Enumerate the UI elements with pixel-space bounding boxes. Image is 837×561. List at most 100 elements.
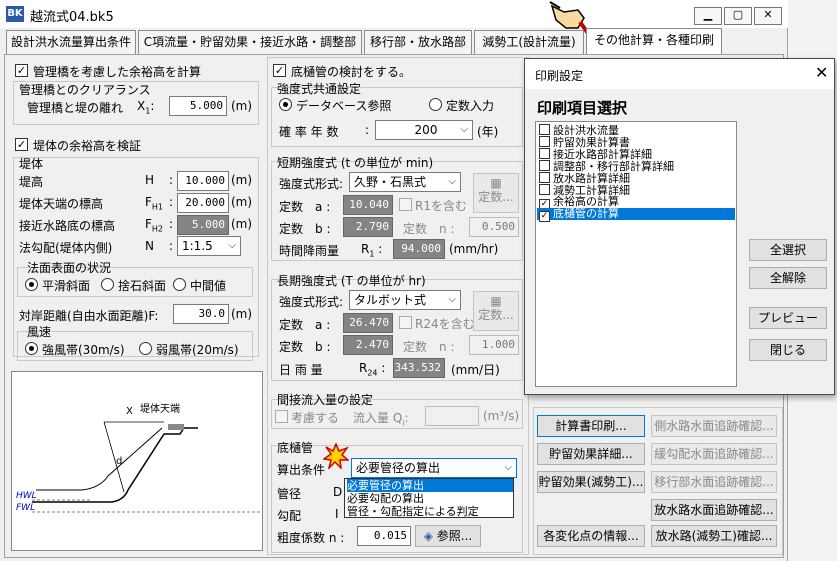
clearance-checkbox[interactable]: ✓ <box>15 64 28 77</box>
long-const-n-label: 定数 n : <box>403 340 455 354</box>
inflow-checkbox[interactable] <box>275 410 288 423</box>
short-n-input: 0.500 <box>469 217 519 237</box>
r1-include-label: R1を含む <box>415 199 467 213</box>
discharge-channel-trace-button[interactable]: 放水路水面追跡確認... <box>651 499 777 521</box>
print-item[interactable]: 設計洪水流量 <box>539 124 619 137</box>
bridge-block <box>168 424 184 430</box>
preview-button[interactable]: プレビュー <box>749 307 827 329</box>
fixed-radio-label: 定数入力 <box>446 99 495 113</box>
short-a-input: 10.040 <box>343 195 393 215</box>
dropdown-option-judgement[interactable]: 管径・勾配指定による判定 <box>347 505 479 518</box>
change-point-info-button[interactable]: 各変化点の情報... <box>537 525 645 547</box>
surface-riprap-radio[interactable] <box>101 278 114 291</box>
gentle-slope-trace-button[interactable]: 緩勾配水面追跡確認... <box>651 443 777 465</box>
reference-button[interactable]: ◈ 参照... <box>415 525 481 547</box>
channel-elev-label: 接近水路底の標高 <box>19 219 116 233</box>
select-all-button[interactable]: 全選択 <box>749 239 827 261</box>
dropdown-option-diameter[interactable]: 必要管径の算出 <box>347 479 513 492</box>
print-item[interactable]: 放水路計算詳細 <box>539 172 630 185</box>
discharge-dissipator-button[interactable]: 放水路(減勢工)確認... <box>651 525 777 547</box>
bottom-pipe-checkbox[interactable]: ✓ <box>273 64 286 77</box>
print-item-checkbox[interactable] <box>539 172 550 183</box>
close-button[interactable]: ✕ <box>754 7 782 25</box>
calculator-icon: ▦ <box>490 294 502 308</box>
fixed-radio[interactable] <box>429 98 442 111</box>
print-item-list: 設計洪水流量 貯留効果計算書 接近水路部計算詳細 調整部・移行部計算詳細 放水路… <box>535 121 737 387</box>
long-n-input: 1.000 <box>469 335 519 355</box>
bridge-dist-input[interactable]: 5.000 <box>169 96 227 116</box>
slope-colon: : <box>169 239 174 253</box>
surface-mid-radio[interactable] <box>173 278 186 291</box>
slope-select[interactable]: 1:1.5 ⌵ <box>177 236 241 256</box>
freeboard-unit: (m) <box>231 307 253 321</box>
print-item-checkbox[interactable] <box>539 136 550 147</box>
surface-smooth-radio[interactable] <box>25 278 38 291</box>
calculator-icon: ▦ <box>490 176 502 190</box>
r1-include-checkbox[interactable] <box>399 198 412 211</box>
wind-weak-radio[interactable] <box>139 342 152 355</box>
crest-input[interactable]: 10.000 <box>177 171 229 191</box>
maximize-button[interactable]: ▢ <box>724 7 752 25</box>
print-item-selected[interactable]: ✓ 底樋管の計算 <box>537 208 735 222</box>
crest-elev-colon: : <box>169 195 174 209</box>
clearance-group-label: 管理橋とのクリアランス <box>19 83 151 97</box>
title-bar: BK 越流式04.bk5 ▁ ▢ ✕ <box>0 0 788 38</box>
wind-strong-radio[interactable] <box>25 342 38 355</box>
tab-transition[interactable]: 移行部・放水路部 <box>364 30 472 54</box>
long-formula-select[interactable]: タルボット式 ⌵ <box>349 290 461 310</box>
tab-design-flood[interactable]: 設計洪水流量算出条件 <box>6 30 136 54</box>
print-item-checkbox[interactable] <box>539 124 550 135</box>
clearance-check-label: 管理橋を考慮した余裕高を計算 <box>33 65 202 79</box>
calc-condition-select[interactable]: 必要管径の算出 ⌵ <box>351 458 517 478</box>
db-radio[interactable] <box>279 98 292 111</box>
print-item-checkbox[interactable] <box>539 160 550 171</box>
prob-colon: : <box>365 123 370 137</box>
freeboard-input[interactable]: 30.0 <box>173 304 229 324</box>
crest-elev-label: 堤体天端の標高 <box>19 197 104 211</box>
crest-elev-unit: (m) <box>231 195 253 209</box>
short-const-button[interactable]: ▦ 定数... <box>473 173 519 213</box>
print-item[interactable]: 接近水路部計算詳細 <box>539 148 652 161</box>
wind-strong-label: 強風帯(30m/s) <box>42 343 125 357</box>
diameter-symbol: D <box>333 485 343 499</box>
channel-elev-input: 5.000 <box>177 215 229 235</box>
chevron-down-icon: ⌵ <box>460 124 468 135</box>
dropdown-option-gradient[interactable]: 必要勾配の算出 <box>347 492 424 505</box>
r24-include-checkbox[interactable] <box>399 316 412 329</box>
app-icon: BK <box>6 6 24 22</box>
print-item[interactable]: 貯留効果計算書 <box>539 136 630 149</box>
print-item-checkbox[interactable]: ✓ <box>539 211 550 222</box>
long-const-button[interactable]: ▦ 定数... <box>473 291 519 331</box>
window-title: 越流式04.bk5 <box>30 10 114 25</box>
transition-trace-button[interactable]: 移行部水面追跡確認... <box>651 471 777 493</box>
diagram-d-label: d <box>116 456 122 467</box>
chevron-down-icon: ⌵ <box>228 240 236 251</box>
long-a-input: 26.470 <box>343 313 393 333</box>
short-formula-select[interactable]: 久野・石黒式 ⌵ <box>349 172 461 192</box>
embank-checkbox[interactable]: ✓ <box>15 138 28 151</box>
crest-elev-input[interactable]: 20.000 <box>177 193 229 213</box>
print-dialog-close-icon[interactable]: ✕ <box>815 63 828 82</box>
print-report-button[interactable]: 計算書印刷... <box>537 415 645 437</box>
print-item-checkbox[interactable] <box>539 184 550 195</box>
storage-dissipator-button[interactable]: 貯留効果(減勢工)... <box>537 471 645 493</box>
print-item-checkbox[interactable] <box>539 148 550 159</box>
r1-unit: (mm/hr) <box>449 242 499 256</box>
r24-unit: (mm/日) <box>451 363 500 377</box>
common-group-label: 強度式共通設定 <box>277 82 362 96</box>
tab-other-print[interactable]: その他計算・各種印刷 <box>586 28 722 56</box>
diagram-x-label: X <box>126 406 133 417</box>
diagram-crest-label: 堤体天端 <box>140 402 180 415</box>
roughness-input[interactable]: 0.015 <box>357 526 411 546</box>
storage-detail-button[interactable]: 貯留効果詳細... <box>537 443 645 465</box>
clear-all-button[interactable]: 全解除 <box>749 267 827 289</box>
close-dialog-button[interactable]: 閉じる <box>749 339 827 361</box>
channel-elev-colon: : <box>169 217 174 231</box>
print-item[interactable]: 調整部・移行部計算詳細 <box>539 160 674 173</box>
prob-select[interactable]: 200 ⌵ <box>375 120 473 140</box>
side-channel-trace-button[interactable]: 側水路水面追跡確認... <box>651 415 777 437</box>
minimize-button[interactable]: ▁ <box>694 7 722 25</box>
tab-energy-dissipator[interactable]: 減勢工(設計流量) <box>474 30 584 54</box>
long-const-b-label: 定数 b : <box>279 340 331 354</box>
tab-c-flow[interactable]: C項流量・貯留効果・接近水路・調整部 <box>138 30 362 54</box>
